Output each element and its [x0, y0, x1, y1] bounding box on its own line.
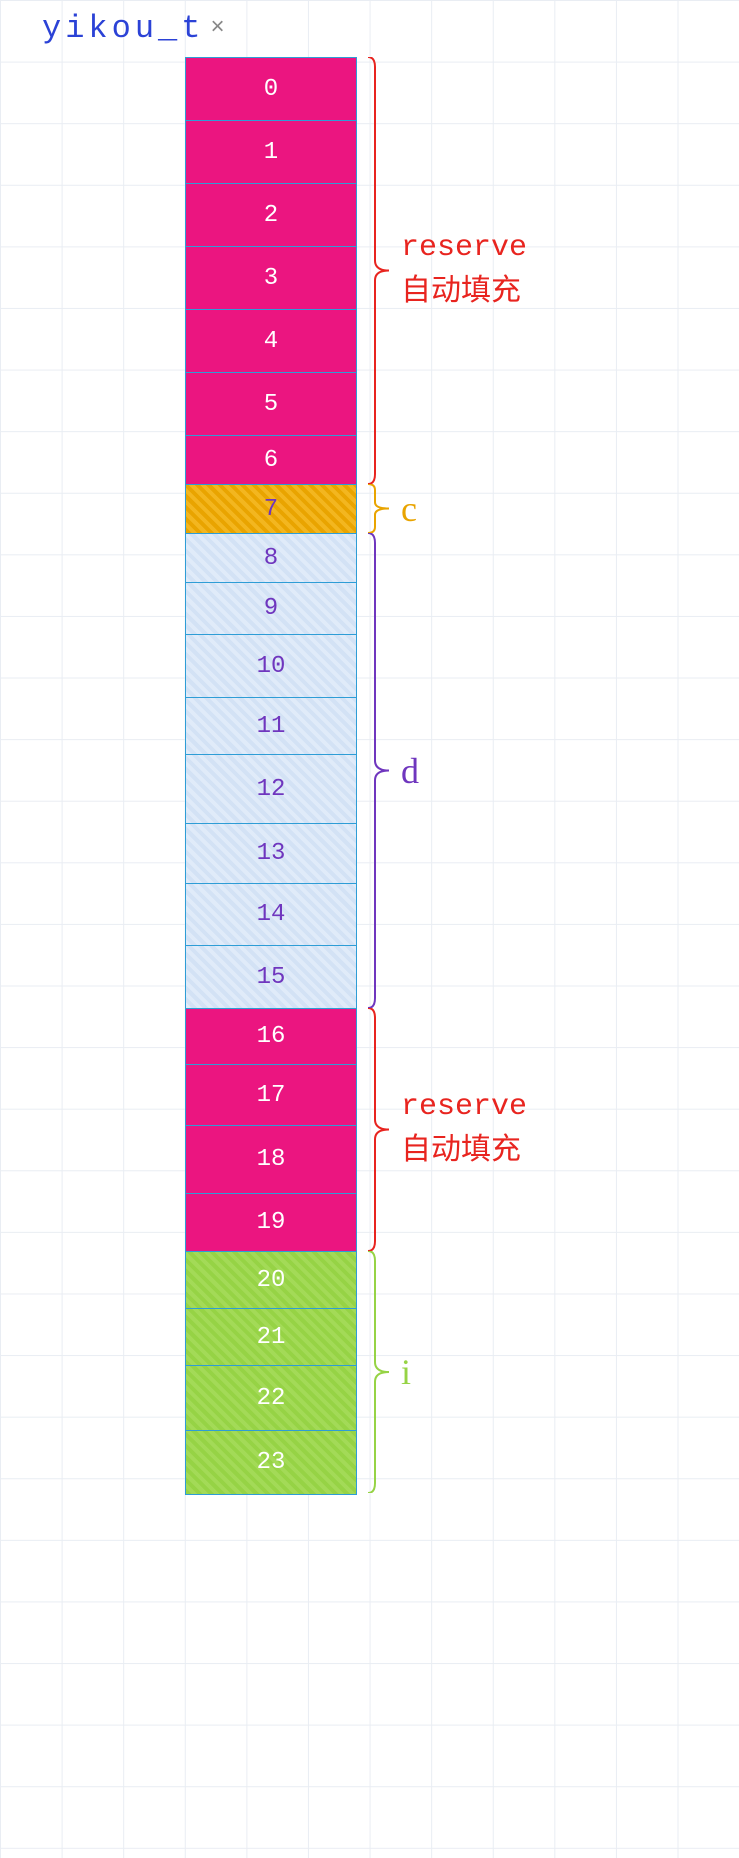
byte-cell-17: 17: [186, 1065, 356, 1126]
byte-cell-8: 8: [186, 534, 356, 583]
byte-cell-20: 20: [186, 1252, 356, 1309]
memory-stack: 01234567891011121314151617181920212223: [185, 57, 357, 1495]
byte-cell-7: 7: [186, 485, 356, 534]
byte-cell-12: 12: [186, 755, 356, 824]
brace: [367, 533, 389, 1008]
byte-cell-5: 5: [186, 373, 356, 436]
brace: [367, 484, 389, 533]
byte-cell-13: 13: [186, 824, 356, 884]
byte-cell-23: 23: [186, 1431, 356, 1494]
brace-label: i: [401, 1351, 411, 1393]
brace: [367, 1008, 389, 1251]
brace-label: reserve 自动填充: [401, 1085, 527, 1175]
byte-cell-9: 9: [186, 583, 356, 635]
struct-title: yikou_t×: [42, 10, 229, 47]
byte-cell-11: 11: [186, 698, 356, 755]
byte-cell-15: 15: [186, 946, 356, 1009]
byte-cell-6: 6: [186, 436, 356, 485]
byte-cell-21: 21: [186, 1309, 356, 1366]
title-text: yikou_t: [42, 10, 204, 47]
byte-cell-18: 18: [186, 1126, 356, 1194]
byte-cell-1: 1: [186, 121, 356, 184]
brace-label: reserve 自动填充: [401, 226, 527, 316]
byte-cell-10: 10: [186, 635, 356, 698]
byte-cell-19: 19: [186, 1194, 356, 1252]
brace-label: d: [401, 750, 419, 792]
brace: [367, 1251, 389, 1493]
brace-label: c: [401, 488, 417, 530]
byte-cell-4: 4: [186, 310, 356, 373]
byte-cell-16: 16: [186, 1009, 356, 1065]
byte-cell-22: 22: [186, 1366, 356, 1431]
byte-cell-3: 3: [186, 247, 356, 310]
brace: [367, 57, 389, 484]
byte-cell-0: 0: [186, 58, 356, 121]
close-icon: ×: [210, 15, 228, 42]
byte-cell-2: 2: [186, 184, 356, 247]
byte-cell-14: 14: [186, 884, 356, 946]
